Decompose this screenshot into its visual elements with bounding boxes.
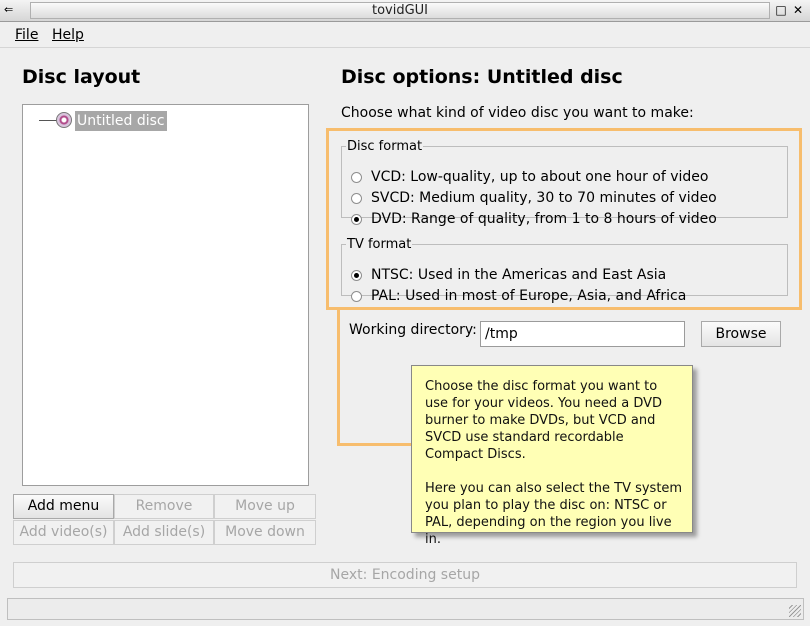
add-slides-button[interactable]: Add slide(s)	[114, 520, 214, 545]
window-menu-icon[interactable]: ⇐	[4, 3, 20, 17]
tree-item-untitled-disc[interactable]: Untitled disc	[75, 111, 167, 131]
menu-file[interactable]: File	[15, 27, 38, 43]
disc-layout-title: Disc layout	[22, 66, 141, 88]
title-bar: ⇐ tovidGUI □ ✕	[0, 0, 810, 22]
resize-grip-icon[interactable]	[789, 605, 801, 617]
radio-vcd-label: VCD: Low-quality, up to about one hour o…	[371, 169, 709, 185]
close-icon[interactable]: ✕	[791, 3, 805, 17]
radio-dvd-button[interactable]	[351, 214, 362, 225]
radio-ntsc-button[interactable]	[351, 270, 362, 281]
disc-options-title: Disc options: Untitled disc	[341, 66, 623, 88]
tooltip-paragraph-2: Here you can also select the TV system y…	[425, 481, 683, 547]
radio-svcd-label: SVCD: Medium quality, 30 to 70 minutes o…	[371, 190, 717, 206]
move-down-button[interactable]: Move down	[214, 520, 316, 545]
working-directory-input[interactable]: /tmp	[480, 321, 685, 347]
radio-vcd-button[interactable]	[351, 172, 362, 183]
radio-pal-button[interactable]	[351, 291, 362, 302]
radio-pal-label: PAL: Used in most of Europe, Asia, and A…	[371, 288, 687, 304]
browse-button[interactable]: Browse	[701, 321, 781, 347]
move-up-button[interactable]: Move up	[214, 494, 316, 519]
tv-format-legend: TV format	[347, 237, 412, 252]
disc-format-group: Disc format VCD: Low-quality, up to abou…	[341, 139, 788, 227]
disc-icon	[56, 112, 72, 128]
help-tooltip: Choose the disc format you want to use f…	[411, 365, 693, 547]
radio-svcd-button[interactable]	[351, 193, 362, 204]
disc-kind-prompt: Choose what kind of video disc you want …	[341, 105, 694, 121]
add-menu-button[interactable]: Add menu	[13, 494, 114, 519]
disc-tree[interactable]: Untitled disc	[22, 104, 309, 486]
status-bar	[7, 598, 804, 620]
remove-button[interactable]: Remove	[114, 494, 214, 519]
disc-format-legend: Disc format	[347, 139, 423, 154]
radio-dvd-label: DVD: Range of quality, from 1 to 8 hours…	[371, 211, 717, 227]
working-directory-label: Working directory:	[349, 322, 477, 338]
menubar: File Help	[0, 22, 810, 48]
next-encoding-setup-button[interactable]: Next: Encoding setup	[13, 562, 797, 588]
menu-help[interactable]: Help	[52, 27, 84, 43]
tooltip-paragraph-1: Choose the disc format you want to use f…	[425, 379, 663, 462]
add-videos-button[interactable]: Add video(s)	[13, 520, 114, 545]
radio-ntsc-label: NTSC: Used in the Americas and East Asia	[371, 267, 667, 283]
maximize-icon[interactable]: □	[774, 3, 788, 17]
tv-format-group: TV format NTSC: Used in the Americas and…	[341, 237, 788, 304]
window-title: tovidGUI	[30, 2, 770, 19]
